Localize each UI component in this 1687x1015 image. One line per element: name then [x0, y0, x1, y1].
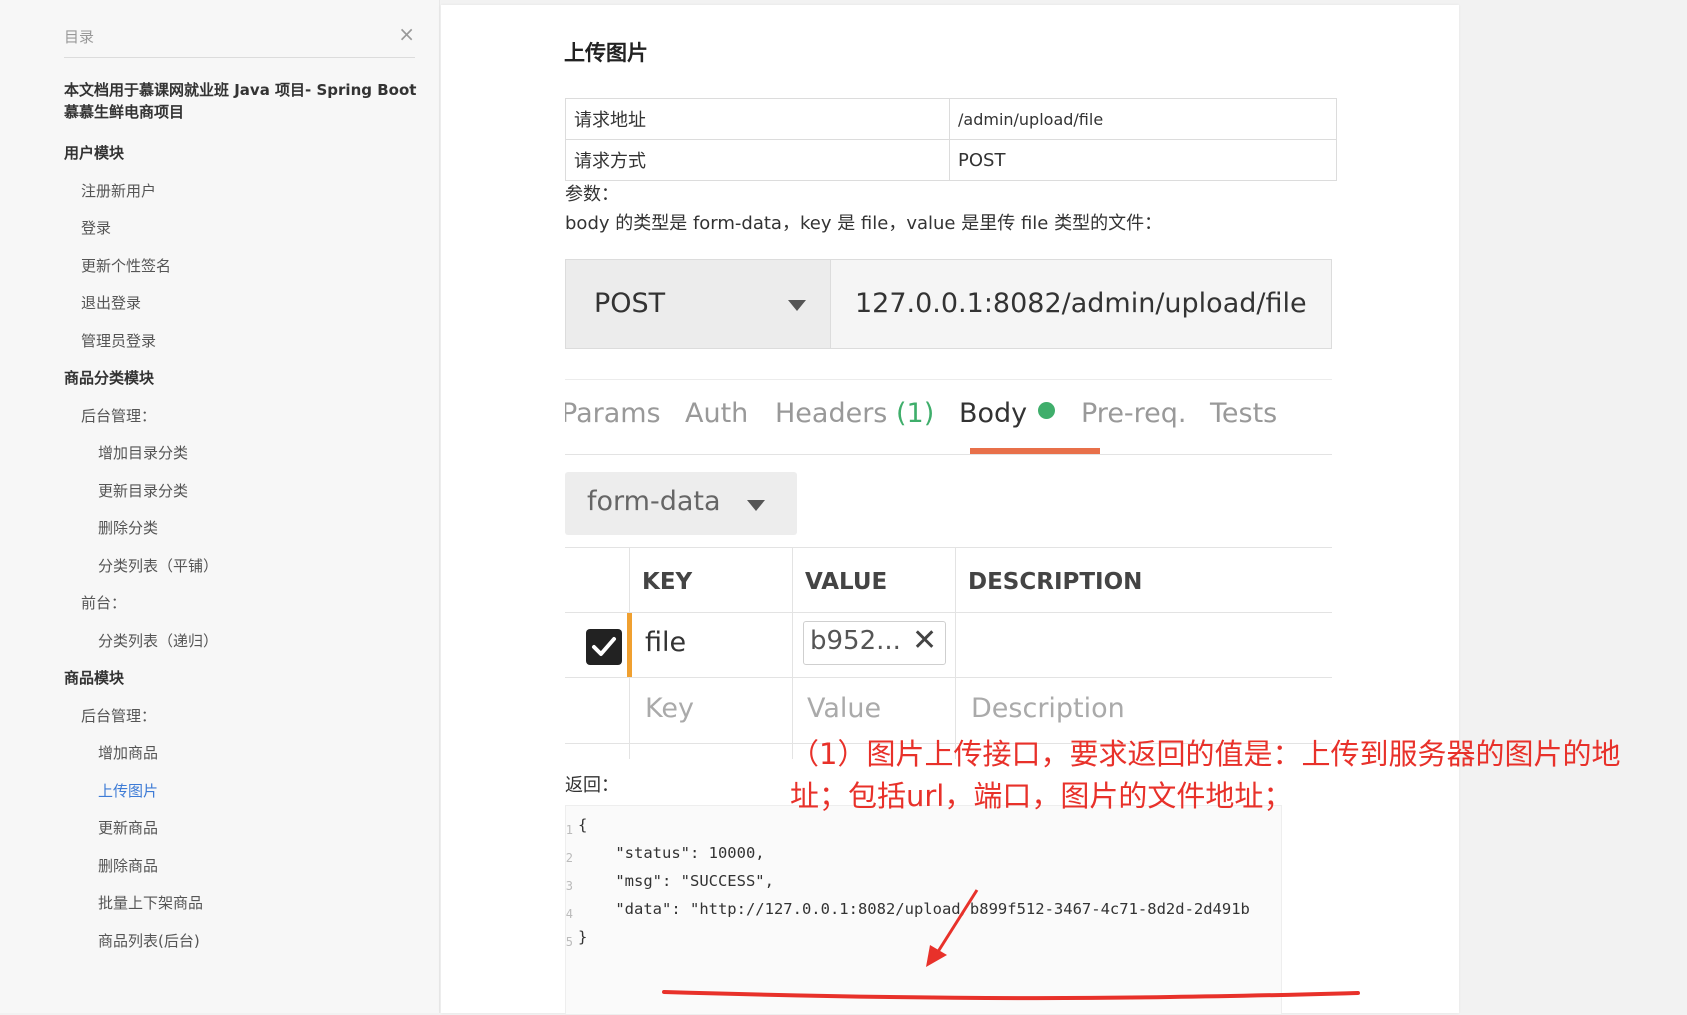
- table-row: 请求方式 POST: [565, 139, 1337, 181]
- toc-header: 目录 ×: [64, 22, 415, 58]
- toc-item[interactable]: 更新目录分类: [98, 480, 188, 501]
- code-text: "status": 10000,: [578, 844, 765, 862]
- active-tab-indicator: [970, 448, 1100, 454]
- divider: [565, 677, 1332, 678]
- toc-item[interactable]: 前台：: [81, 592, 126, 613]
- tab-tests[interactable]: Tests: [1210, 398, 1277, 429]
- return-label: 返回：: [565, 775, 619, 796]
- form-data-table: KEY VALUE DESCRIPTION file b952... ✕ Key…: [565, 547, 1332, 759]
- remove-file-icon[interactable]: ✕: [912, 623, 937, 658]
- body-description: body 的类型是 form-data，key 是 file，value 是里传…: [565, 213, 1163, 234]
- line-number: 2: [565, 851, 573, 865]
- toc-sidebar: 目录 × 本文档用于慕课网就业班 Java 项目- Spring Boot 慕慕…: [0, 0, 440, 1013]
- url-text: 127.0.0.1:8082/admin/upload/file: [855, 288, 1307, 319]
- code-line: }: [566, 928, 1281, 956]
- code-text: {: [578, 816, 588, 834]
- code-line: {: [566, 816, 1281, 844]
- line-number: 1: [565, 823, 573, 837]
- value-placeholder[interactable]: Value: [807, 693, 881, 724]
- params-label: 参数：: [565, 184, 619, 205]
- code-line: "data": "http://127.0.0.1:8082/upload/b8…: [566, 900, 1281, 928]
- article-page: 上传图片 请求地址 /admin/upload/file 请求方式 POST 参…: [441, 5, 1459, 1015]
- toc-item[interactable]: 增加目录分类: [98, 442, 188, 463]
- toc-item[interactable]: 管理员登录: [81, 330, 156, 351]
- toc-item[interactable]: 商品列表(后台): [98, 930, 200, 951]
- url-input[interactable]: 127.0.0.1:8082/admin/upload/file: [831, 259, 1332, 349]
- toc-item[interactable]: 更新商品: [98, 817, 158, 838]
- file-value: b952...: [810, 626, 901, 656]
- body-type-select[interactable]: form-data: [565, 472, 797, 535]
- tab-headers[interactable]: Headers (1): [775, 398, 934, 429]
- method-select[interactable]: POST: [565, 259, 831, 349]
- checkmark-icon: [592, 637, 616, 656]
- tab-headers-label: Headers: [775, 398, 888, 429]
- toc-item[interactable]: 退出登录: [81, 292, 141, 313]
- code-text: "msg": "SUCCESS",: [578, 872, 774, 890]
- line-number: 4: [565, 907, 573, 921]
- file-value-chip[interactable]: b952... ✕: [803, 621, 946, 665]
- tab-pre-request[interactable]: Pre-req.: [1081, 398, 1187, 429]
- code-text: "data": "http://127.0.0.1:8082/upload/b8…: [578, 900, 1250, 918]
- toc-item[interactable]: 分类列表（递归）: [98, 630, 218, 651]
- method-label: 请求方式: [565, 139, 950, 181]
- request-tabs: Params Auth Headers (1) Body Pre-req. Te…: [565, 379, 1332, 455]
- column-header-key: KEY: [642, 569, 693, 595]
- method-label: POST: [594, 288, 666, 319]
- toc-item[interactable]: 上传图片: [98, 780, 158, 801]
- row-key[interactable]: file: [645, 627, 686, 658]
- toc-item[interactable]: 商品分类模块: [64, 367, 154, 388]
- divider: [565, 547, 1332, 548]
- toc-item[interactable]: 批量上下架商品: [98, 892, 203, 913]
- tab-body-label: Body: [959, 398, 1028, 429]
- close-icon[interactable]: ×: [398, 22, 415, 46]
- toc-item[interactable]: 更新个性签名: [81, 255, 171, 276]
- toc-title: 目录: [64, 28, 95, 46]
- body-type-label: form-data: [587, 486, 721, 517]
- address-label: 请求地址: [565, 98, 950, 140]
- column-header-value: VALUE: [805, 569, 888, 595]
- tab-body[interactable]: Body: [959, 398, 1056, 429]
- request-info-table: 请求地址 /admin/upload/file 请求方式 POST: [565, 98, 1337, 181]
- toc-item[interactable]: 注册新用户: [81, 180, 156, 201]
- active-dot-icon: [1038, 402, 1056, 419]
- address-value: /admin/upload/file: [949, 98, 1337, 140]
- line-number: 5: [565, 935, 573, 949]
- table-row: 请求地址 /admin/upload/file: [565, 98, 1337, 140]
- method-value: POST: [949, 139, 1337, 181]
- red-annotation-text: （1）图片上传接口，要求返回的值是：上传到服务器的图片的地址；包括url，端口，…: [790, 737, 1621, 813]
- toc-item[interactable]: 后台管理：: [81, 705, 156, 726]
- postman-screenshot: POST 127.0.0.1:8082/admin/upload/file Pa…: [565, 259, 1332, 759]
- toc-item[interactable]: 删除商品: [98, 855, 158, 876]
- divider: [955, 547, 956, 759]
- tab-auth[interactable]: Auth: [685, 398, 748, 429]
- toc-item[interactable]: 分类列表（平铺）: [98, 555, 218, 576]
- divider: [792, 547, 793, 759]
- divider: [565, 612, 1332, 613]
- row-checkbox[interactable]: [586, 629, 622, 665]
- column-header-description: DESCRIPTION: [968, 569, 1143, 595]
- section-heading: 上传图片: [564, 41, 648, 65]
- toc-item[interactable]: 删除分类: [98, 517, 158, 538]
- line-number: 3: [565, 879, 573, 893]
- toc-item[interactable]: 用户模块: [64, 142, 124, 163]
- response-code-block: { "status": 10000, "msg": "SUCCESS", "da…: [565, 805, 1282, 1015]
- toc-item[interactable]: 商品模块: [64, 667, 124, 688]
- toc-item[interactable]: 增加商品: [98, 742, 158, 763]
- caret-down-icon: [747, 500, 765, 511]
- code-line: "msg": "SUCCESS",: [566, 872, 1281, 900]
- description-placeholder[interactable]: Description: [971, 693, 1125, 724]
- headers-count: (1): [895, 398, 935, 429]
- code-line: "status": 10000,: [566, 844, 1281, 872]
- row-marker: [627, 613, 632, 677]
- toc-doc-title[interactable]: 本文档用于慕课网就业班 Java 项目- Spring Boot 慕慕生鲜电商项…: [64, 79, 424, 123]
- code-text: }: [578, 928, 588, 946]
- tab-params[interactable]: Params: [565, 398, 661, 429]
- key-placeholder[interactable]: Key: [645, 693, 694, 724]
- toc-item[interactable]: 登录: [81, 217, 111, 238]
- caret-down-icon: [788, 300, 806, 311]
- toc-item[interactable]: 后台管理：: [81, 405, 156, 426]
